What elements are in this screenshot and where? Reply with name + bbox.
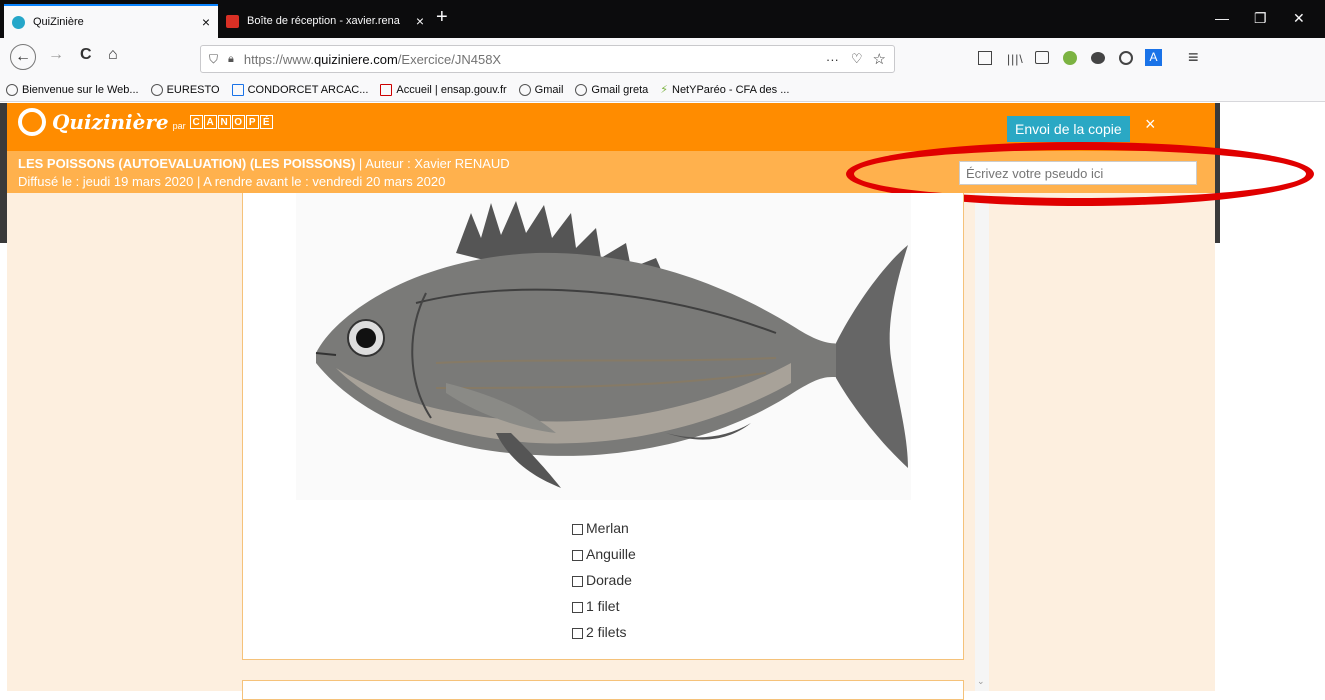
quiziniere-logo[interactable]: Quizinière par CANOPÉ <box>18 108 274 136</box>
checkbox[interactable] <box>572 576 583 587</box>
url-bar[interactable]: ⛉ 🔒︎ https://www. quiziniere.com/Exercice… <box>200 45 895 73</box>
tab-quiziniere[interactable]: QuiZinière × <box>4 4 218 38</box>
canope-logo: CANOPÉ <box>189 115 274 129</box>
page-icon <box>231 83 244 96</box>
checkbox[interactable] <box>572 628 583 639</box>
gmail-favicon-icon <box>226 14 239 28</box>
quiziniere-favicon-icon <box>12 15 25 29</box>
bookmarks-bar: Bienvenue sur le Web... EURESTO CONDORCE… <box>0 78 1325 102</box>
globe-icon <box>6 83 18 96</box>
menu-icon[interactable]: ≡ <box>1188 47 1199 68</box>
new-tab-button[interactable]: + <box>436 6 448 29</box>
download-icon[interactable] <box>978 51 992 65</box>
bookmark-item[interactable]: Accueil | ensap.gouv.fr <box>380 83 507 96</box>
reload-button[interactable]: C <box>80 46 92 64</box>
library-icon[interactable]: |||\ <box>1007 52 1024 66</box>
bookmark-item[interactable]: Bienvenue sur le Web... <box>6 83 139 96</box>
send-copy-button[interactable]: Envoi de la copie <box>1007 116 1130 142</box>
option-1-filet[interactable]: 1 filet <box>572 598 619 614</box>
option-2-filets[interactable]: 2 filets <box>572 624 626 640</box>
tab-title: QuiZinière <box>33 16 84 28</box>
extension-icon[interactable] <box>1091 52 1105 64</box>
forward-button[interactable]: → <box>48 46 64 64</box>
extension-icon[interactable] <box>1063 51 1077 65</box>
flag-icon <box>380 83 393 96</box>
url-path: /Exercice/JN458X <box>397 51 502 67</box>
back-button[interactable]: ← <box>10 44 36 70</box>
option-merlan[interactable]: Merlan <box>572 520 629 536</box>
lock-icon[interactable]: 🔒︎ <box>228 53 234 66</box>
scroll-down-icon[interactable]: ⌄ <box>977 676 985 687</box>
close-icon[interactable]: × <box>1145 114 1156 135</box>
netypareo-icon: ⚡︎ <box>660 84 668 96</box>
fish-illustration <box>315 201 908 488</box>
globe-icon <box>575 83 588 96</box>
globe-icon <box>518 83 531 96</box>
bookmark-item[interactable]: EURESTO <box>150 83 220 96</box>
url-host: quiziniere.com <box>313 51 398 67</box>
next-question-card <box>242 680 964 700</box>
scrollbar[interactable] <box>975 193 989 691</box>
close-window-icon[interactable]: ✕ <box>1293 10 1305 27</box>
bookmark-item[interactable]: ⚡︎ NetYParéo - CFA des ... <box>660 83 789 97</box>
tab-title: Boîte de réception - xavier.rena <box>247 15 400 27</box>
bookmark-item[interactable]: Gmail <box>518 83 563 96</box>
close-tab-icon[interactable]: × <box>202 14 210 30</box>
option-dorade[interactable]: Dorade <box>572 572 632 588</box>
url-scheme: https://www. <box>243 51 314 67</box>
checkbox[interactable] <box>572 524 583 535</box>
fish-image <box>296 193 911 500</box>
bookmark-item[interactable]: Gmail greta <box>575 83 648 96</box>
checkbox[interactable] <box>572 550 583 561</box>
quiziniere-q-icon <box>18 108 46 136</box>
close-tab-icon[interactable]: × <box>416 13 424 29</box>
exercise-author: | Auteur : Xavier RENAUD <box>355 156 510 171</box>
exercise-title-line: LES POISSONS (AUTOEVALUATION) (LES POISS… <box>18 156 510 171</box>
bookmark-star-icon[interactable]: ☆ <box>873 50 886 68</box>
option-anguille[interactable]: Anguille <box>572 546 636 562</box>
translate-icon[interactable]: A <box>1145 49 1162 66</box>
globe-icon <box>150 83 163 96</box>
restore-icon[interactable]: ❐ <box>1254 10 1267 27</box>
pocket-icon[interactable]: ♡ <box>851 51 863 67</box>
bookmark-item[interactable]: CONDORCET ARCAC... <box>231 83 368 96</box>
more-actions-icon[interactable]: ··· <box>826 52 839 67</box>
tab-gmail[interactable]: Boîte de réception - xavier.rena × <box>218 4 432 38</box>
minimize-icon[interactable]: — <box>1215 10 1229 26</box>
account-icon[interactable] <box>1119 51 1133 65</box>
home-button[interactable]: ⌂ <box>108 46 118 64</box>
right-column <box>975 193 1215 691</box>
shield-icon[interactable]: ⛉ <box>209 52 218 67</box>
exercise-title: LES POISSONS (AUTOEVALUATION) (LES POISS… <box>18 156 356 171</box>
checkbox[interactable] <box>572 602 583 613</box>
exercise-dates: Diffusé le : jeudi 19 mars 2020 | A rend… <box>18 174 446 189</box>
sidebar-icon[interactable] <box>1035 51 1049 64</box>
